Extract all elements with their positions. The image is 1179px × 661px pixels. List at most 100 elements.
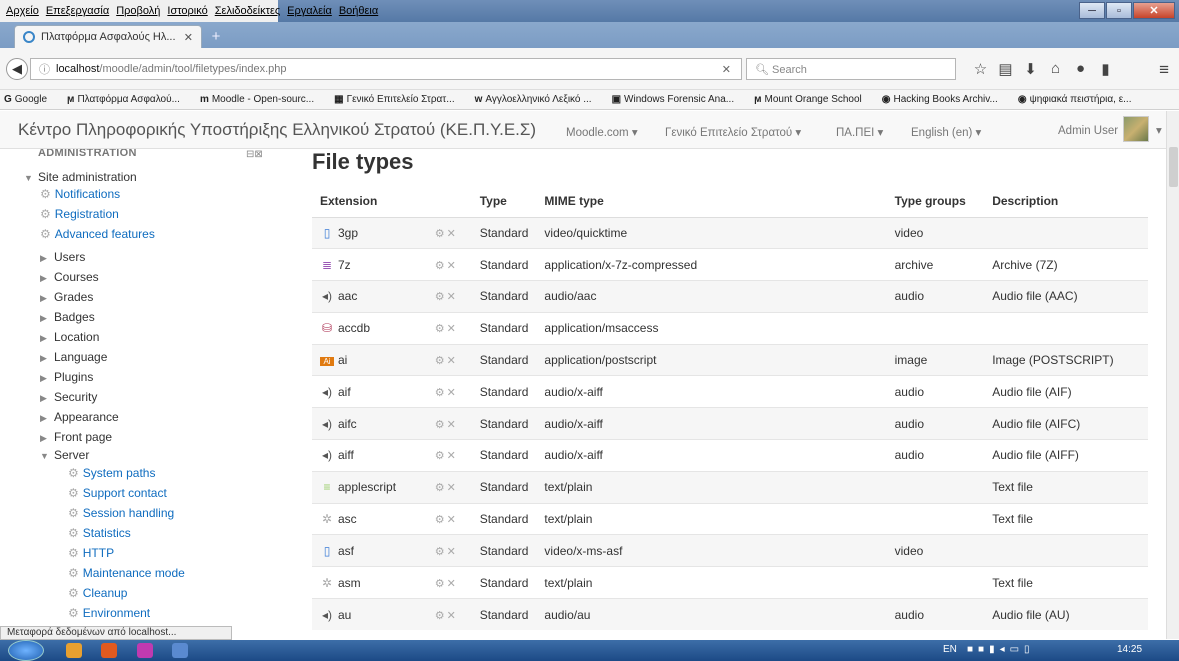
delete-x-icon[interactable]: ✕	[447, 228, 458, 240]
sidebar-folder-server[interactable]: ▼ Server	[40, 448, 89, 462]
language-menu[interactable]: English (en) ▾	[911, 125, 981, 139]
delete-x-icon[interactable]: ✕	[447, 387, 458, 399]
block-controls-icon[interactable]: ⊟⊠	[246, 149, 263, 160]
server-link[interactable]: ⚙ Cleanup	[68, 586, 127, 600]
delete-x-icon[interactable]: ✕	[447, 323, 458, 335]
menu-item[interactable]: Βοήθεια	[339, 5, 378, 17]
site-title[interactable]: Κέντρο Πληροφορικής Υποστήριξης Ελληνικο…	[18, 120, 536, 140]
new-tab-button[interactable]: +	[206, 28, 226, 46]
delete-x-icon[interactable]: ✕	[447, 546, 458, 558]
menu-item[interactable]: Εργαλεία	[287, 5, 332, 17]
minimize-button[interactable]: ─	[1079, 2, 1105, 19]
server-link[interactable]: ⚙ Support contact	[68, 486, 167, 500]
address-bar[interactable]: ⓘ localhost/moodle/admin/tool/filetypes/…	[30, 58, 742, 80]
reading-list-icon[interactable]: ▤	[993, 60, 1018, 78]
bookmark-star-icon[interactable]: ☆	[968, 60, 993, 78]
delete-x-icon[interactable]: ✕	[447, 291, 458, 303]
menu-item[interactable]: Αρχείο	[6, 5, 39, 17]
delete-x-icon[interactable]: ✕	[447, 260, 458, 272]
pocket-icon[interactable]: ▮	[1093, 60, 1118, 78]
sidebar-folder[interactable]: ▶ Badges	[40, 310, 95, 324]
server-link[interactable]: ⚙ HTTP	[68, 546, 114, 560]
start-button[interactable]	[8, 640, 44, 661]
edit-gear-icon[interactable]: ⚙	[435, 482, 447, 494]
page-scrollbar[interactable]	[1166, 111, 1179, 639]
delete-x-icon[interactable]: ✕	[447, 610, 458, 622]
site-info-icon[interactable]: ⓘ	[39, 61, 50, 77]
edit-gear-icon[interactable]: ⚙	[435, 291, 447, 303]
sidebar-link[interactable]: ⚙ Registration	[40, 207, 119, 221]
word-icon[interactable]	[172, 643, 188, 658]
menu-item[interactable]: Ιστορικό	[167, 5, 207, 17]
edit-gear-icon[interactable]: ⚙	[435, 546, 447, 558]
browser-tab[interactable]: Πλατφόρμα Ασφαλούς Ηλ... ✕	[14, 25, 202, 48]
sidebar-folder[interactable]: ▶ Grades	[40, 290, 93, 304]
chevron-down-icon[interactable]: ▾	[1156, 123, 1162, 137]
sidebar-folder[interactable]: ▶ Front page	[40, 430, 112, 444]
language-indicator[interactable]: EN	[943, 644, 957, 655]
edit-gear-icon[interactable]: ⚙	[435, 228, 447, 240]
delete-x-icon[interactable]: ✕	[447, 578, 458, 590]
home-icon[interactable]: ⌂	[1043, 60, 1068, 78]
edit-gear-icon[interactable]: ⚙	[435, 323, 447, 335]
sidebar-folder[interactable]: ▶ Plugins	[40, 370, 93, 384]
edit-gear-icon[interactable]: ⚙	[435, 610, 447, 622]
firefox-icon[interactable]	[101, 643, 117, 658]
close-button[interactable]: ✕	[1133, 2, 1175, 19]
bookmark-item[interactable]: ◉ Hacking Books Archiv...	[882, 94, 1008, 105]
sidebar-folder[interactable]: ▶ Location	[40, 330, 99, 344]
close-tab-icon[interactable]: ✕	[184, 31, 193, 44]
delete-x-icon[interactable]: ✕	[447, 514, 458, 526]
clear-url-icon[interactable]: ✕	[722, 63, 731, 76]
edit-gear-icon[interactable]: ⚙	[435, 355, 447, 367]
menu-item[interactable]: Επεξεργασία	[46, 5, 109, 17]
delete-x-icon[interactable]: ✕	[447, 355, 458, 367]
download-icon[interactable]: ⬇	[1018, 60, 1043, 78]
nav-papei[interactable]: ΠΑ.ΠΕΙ ▾	[836, 125, 883, 139]
bookmark-item[interactable]: ▣ Windows Forensic Ana...	[612, 94, 745, 105]
bookmark-item[interactable]: ▦ Γενικό Επιτελείο Στρατ...	[334, 94, 465, 105]
sidebar-folder[interactable]: ▶ Appearance	[40, 410, 119, 424]
scrollbar-thumb[interactable]	[1169, 147, 1178, 187]
edit-gear-icon[interactable]: ⚙	[435, 450, 447, 462]
site-admin-node[interactable]: ▼ Site administration	[24, 170, 137, 184]
chat-icon[interactable]: ●	[1068, 60, 1093, 78]
sidebar-link[interactable]: ⚙ Notifications	[40, 187, 120, 201]
bookmark-item[interactable]: ◉ ψηφιακά πειστήρια, ε...	[1018, 94, 1142, 105]
edit-gear-icon[interactable]: ⚙	[435, 260, 447, 272]
delete-x-icon[interactable]: ✕	[447, 482, 458, 494]
search-input[interactable]: 🔍︎ Search	[746, 58, 956, 80]
bookmark-item[interactable]: ϻ Πλατφόρμα Ασφαλού...	[67, 94, 190, 105]
edit-gear-icon[interactable]: ⚙	[435, 514, 447, 526]
paint-icon[interactable]	[137, 643, 153, 658]
sidebar-folder[interactable]: ▶ Users	[40, 250, 85, 264]
edit-gear-icon[interactable]: ⚙	[435, 578, 447, 590]
sidebar-folder[interactable]: ▶ Security	[40, 390, 97, 404]
menu-item[interactable]: Προβολή	[116, 5, 160, 17]
sidebar-folder[interactable]: ▶ Language	[40, 350, 107, 364]
folder-icon[interactable]	[66, 643, 82, 658]
nav-army-staff[interactable]: Γενικό Επιτελείο Στρατού ▾	[665, 125, 801, 139]
server-link[interactable]: ⚙ Statistics	[68, 526, 131, 540]
clock[interactable]: 14:25	[1117, 644, 1142, 655]
bookmark-item[interactable]: w Αγγλοελληνικό Λεξικό ...	[475, 94, 602, 105]
nav-moodle-com[interactable]: Moodle.com ▾	[566, 125, 638, 139]
bookmark-item[interactable]: G Google	[4, 94, 57, 105]
avatar[interactable]	[1123, 116, 1149, 142]
back-button[interactable]: ◀	[6, 58, 28, 80]
sidebar-link[interactable]: ⚙ Advanced features	[40, 227, 155, 241]
menu-icon[interactable]: ≡	[1159, 60, 1169, 80]
bookmark-item[interactable]: m Moodle - Open-sourc...	[200, 94, 324, 105]
sidebar-folder[interactable]: ▶ Courses	[40, 270, 99, 284]
delete-x-icon[interactable]: ✕	[447, 450, 458, 462]
server-link[interactable]: ⚙ Maintenance mode	[68, 566, 185, 580]
delete-x-icon[interactable]: ✕	[447, 419, 458, 431]
server-link[interactable]: ⚙ Session handling	[68, 506, 174, 520]
edit-gear-icon[interactable]: ⚙	[435, 419, 447, 431]
menu-item[interactable]: Σελιδοδείκτες	[215, 5, 280, 17]
server-link[interactable]: ⚙ Environment	[68, 606, 150, 620]
tray-icons[interactable]: ■■▮◂▭▯	[967, 644, 1035, 655]
edit-gear-icon[interactable]: ⚙	[435, 387, 447, 399]
maximize-button[interactable]: ▫	[1106, 2, 1132, 19]
server-link[interactable]: ⚙ System paths	[68, 466, 155, 480]
